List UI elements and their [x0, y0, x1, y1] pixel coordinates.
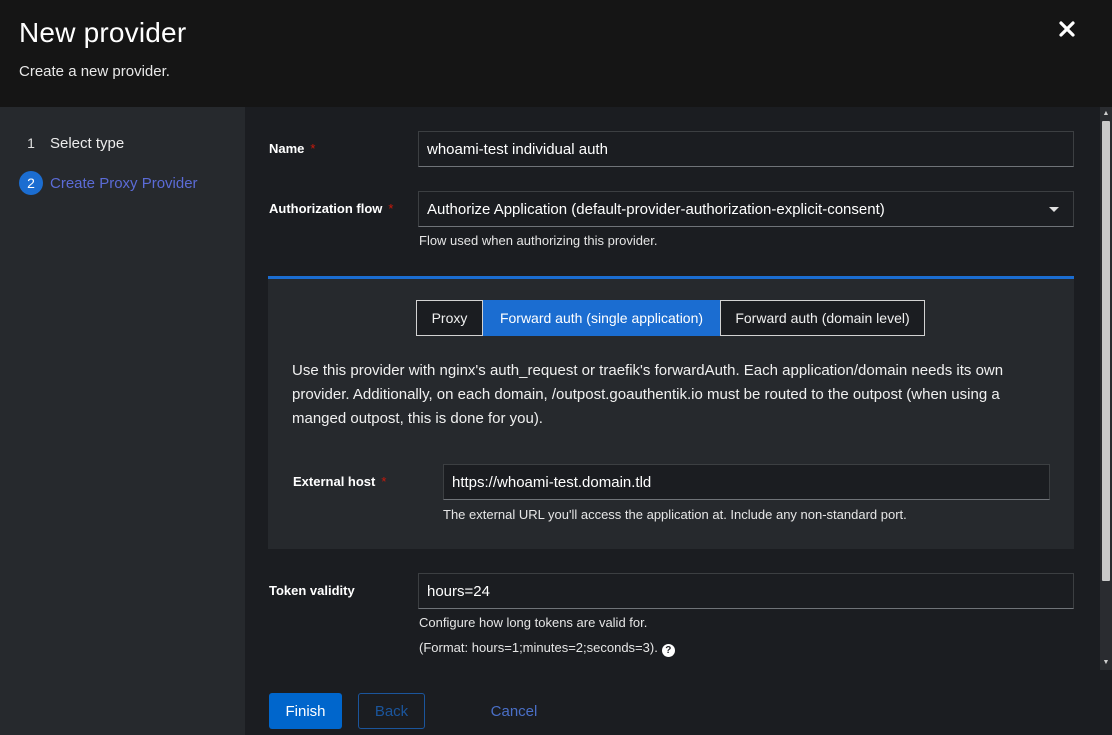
name-input-value: whoami-test individual auth: [427, 140, 608, 158]
external-host-input[interactable]: https://whoami-test.domain.tld: [443, 464, 1050, 500]
token-validity-label: Token validity: [269, 583, 355, 598]
page-title: New provider: [19, 17, 187, 48]
tab-forward-auth-domain[interactable]: Forward auth (domain level): [720, 300, 925, 336]
step-number: 1: [27, 135, 35, 151]
mode-description: Use this provider with nginx's auth_requ…: [292, 362, 1004, 427]
required-mark: *: [388, 201, 394, 216]
tab-proxy[interactable]: Proxy: [416, 300, 483, 336]
modal-header: New provider Create a new provider.: [0, 0, 1112, 107]
mode-toggle-group: Proxy Forward auth (single application) …: [416, 300, 925, 336]
name-input[interactable]: whoami-test individual auth: [418, 131, 1074, 167]
wizard-nav: [0, 107, 245, 735]
wizard-step-create-proxy-provider[interactable]: 2 Create Proxy Provider: [19, 171, 198, 195]
external-host-label-text: External host: [293, 474, 376, 489]
token-validity-value: hours=24: [427, 582, 490, 600]
external-host-helper: The external URL you'll access the appli…: [443, 507, 907, 522]
token-validity-input[interactable]: hours=24: [418, 573, 1074, 609]
cancel-button[interactable]: Cancel: [478, 693, 550, 729]
external-host-label: External host *: [293, 474, 386, 489]
scrollbar[interactable]: ▲ ▼: [1100, 107, 1112, 670]
back-button[interactable]: Back: [358, 693, 425, 729]
token-validity-format-text: (Format: hours=1;minutes=2;seconds=3).: [419, 640, 658, 655]
required-mark: *: [381, 474, 387, 489]
tab-forward-auth-single[interactable]: Forward auth (single application): [483, 300, 720, 336]
name-label: Name *: [269, 141, 315, 156]
authorization-flow-helper: Flow used when authorizing this provider…: [419, 233, 658, 248]
caret-down-icon: [1049, 207, 1059, 212]
scroll-down-arrow-icon[interactable]: ▼: [1102, 659, 1110, 667]
token-validity-helper: Configure how long tokens are valid for.: [419, 615, 648, 630]
authorization-flow-select[interactable]: Authorize Application (default-provider-…: [418, 191, 1074, 227]
close-icon[interactable]: [1056, 18, 1080, 42]
authorization-flow-selected: Authorize Application (default-provider-…: [427, 200, 885, 218]
scroll-thumb[interactable]: [1102, 121, 1110, 581]
page-subtitle: Create a new provider.: [19, 63, 170, 80]
authorization-flow-label: Authorization flow *: [269, 201, 393, 216]
token-validity-format-helper: (Format: hours=1;minutes=2;seconds=3).?: [419, 640, 675, 657]
scroll-up-arrow-icon[interactable]: ▲: [1102, 110, 1110, 118]
step-label-active: Create Proxy Provider: [50, 174, 198, 192]
finish-button[interactable]: Finish: [269, 693, 342, 729]
step-number-active: 2: [19, 171, 43, 195]
question-circle-icon[interactable]: ?: [661, 644, 675, 657]
required-mark: *: [310, 141, 316, 156]
external-host-value: https://whoami-test.domain.tld: [452, 473, 652, 491]
step-label: Select type: [50, 134, 125, 152]
name-label-text: Name: [269, 141, 305, 156]
wizard-step-select-type[interactable]: 1 Select type: [19, 131, 124, 155]
authorization-flow-label-text: Authorization flow: [269, 201, 383, 216]
